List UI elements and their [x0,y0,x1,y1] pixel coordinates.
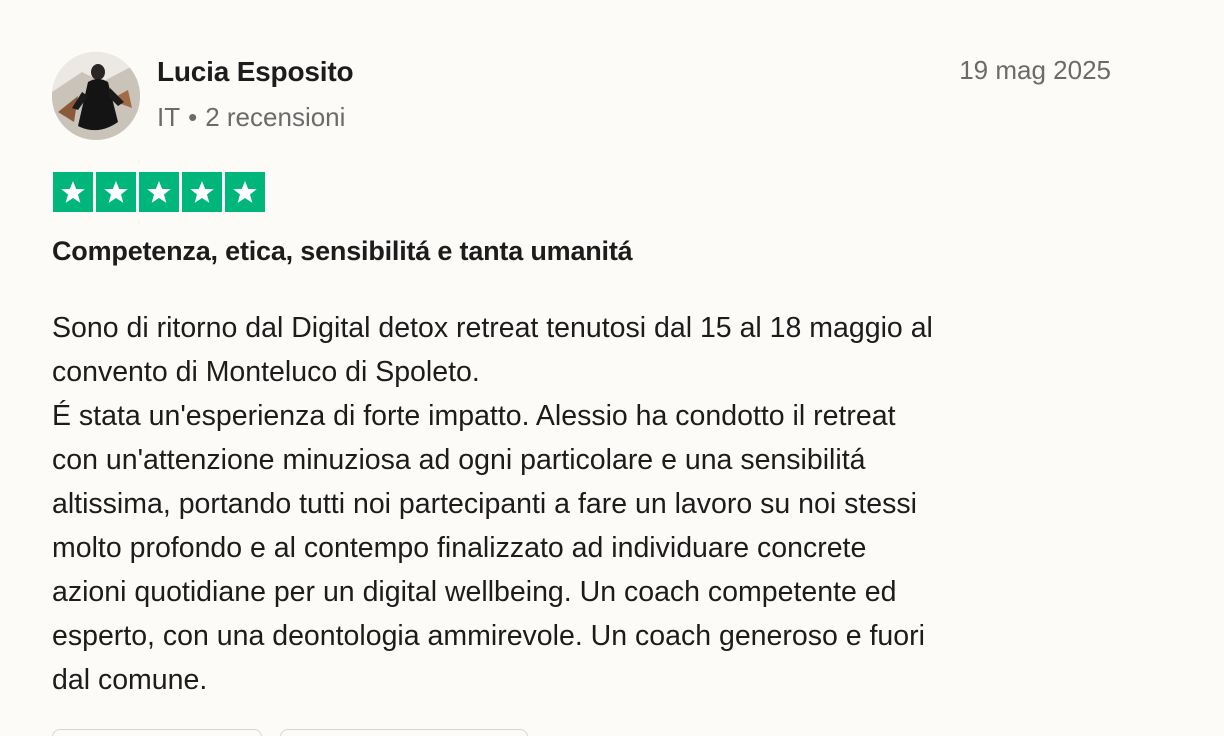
star-icon [96,172,136,212]
reviewer-meta: IT • 2 recensioni [157,102,345,133]
review-card: Lucia Esposito IT • 2 recensioni 19 mag 20… [0,0,1224,736]
review-title: Competenza, etica, sensibilitá e tanta u… [52,236,633,266]
review-tag-button[interactable] [280,729,528,736]
review-body-line: altissima, portando tutti noi partecipan… [52,488,917,520]
reviewer-name[interactable]: Lucia Esposito [157,56,354,88]
review-body-line: dal comune. [52,664,208,696]
review-body-line: azioni quotidiane per un digital wellbei… [52,576,897,608]
reviewer-country: IT [157,102,181,132]
reviewer-avatar[interactable] [52,52,140,140]
review-body-line: molto profondo e al contempo finalizzato… [52,532,867,564]
review-body: Sono di ritorno dal Digital detox retrea… [52,306,1112,702]
review-date: 19 mag 2025 [959,55,1111,85]
review-body-line: convento di Monteluco di Spoleto. [52,356,480,388]
star-icon [139,172,179,212]
review-body-line: con un'attenzione minuziosa ad ogni part… [52,444,866,476]
star-icon [53,172,93,212]
avatar-photo [52,52,140,140]
star-icon [182,172,222,212]
review-tag-button[interactable] [52,729,262,736]
review-body-line: É stata un'esperienza di forte impatto. … [52,400,896,432]
star-rating [53,172,265,212]
meta-separator: • [188,102,198,132]
review-body-line: esperto, con una deontologia ammirevole.… [52,620,925,652]
reviewer-review-count: 2 recensioni [205,102,346,132]
review-body-line: Sono di ritorno dal Digital detox retrea… [52,312,933,344]
star-icon [225,172,265,212]
